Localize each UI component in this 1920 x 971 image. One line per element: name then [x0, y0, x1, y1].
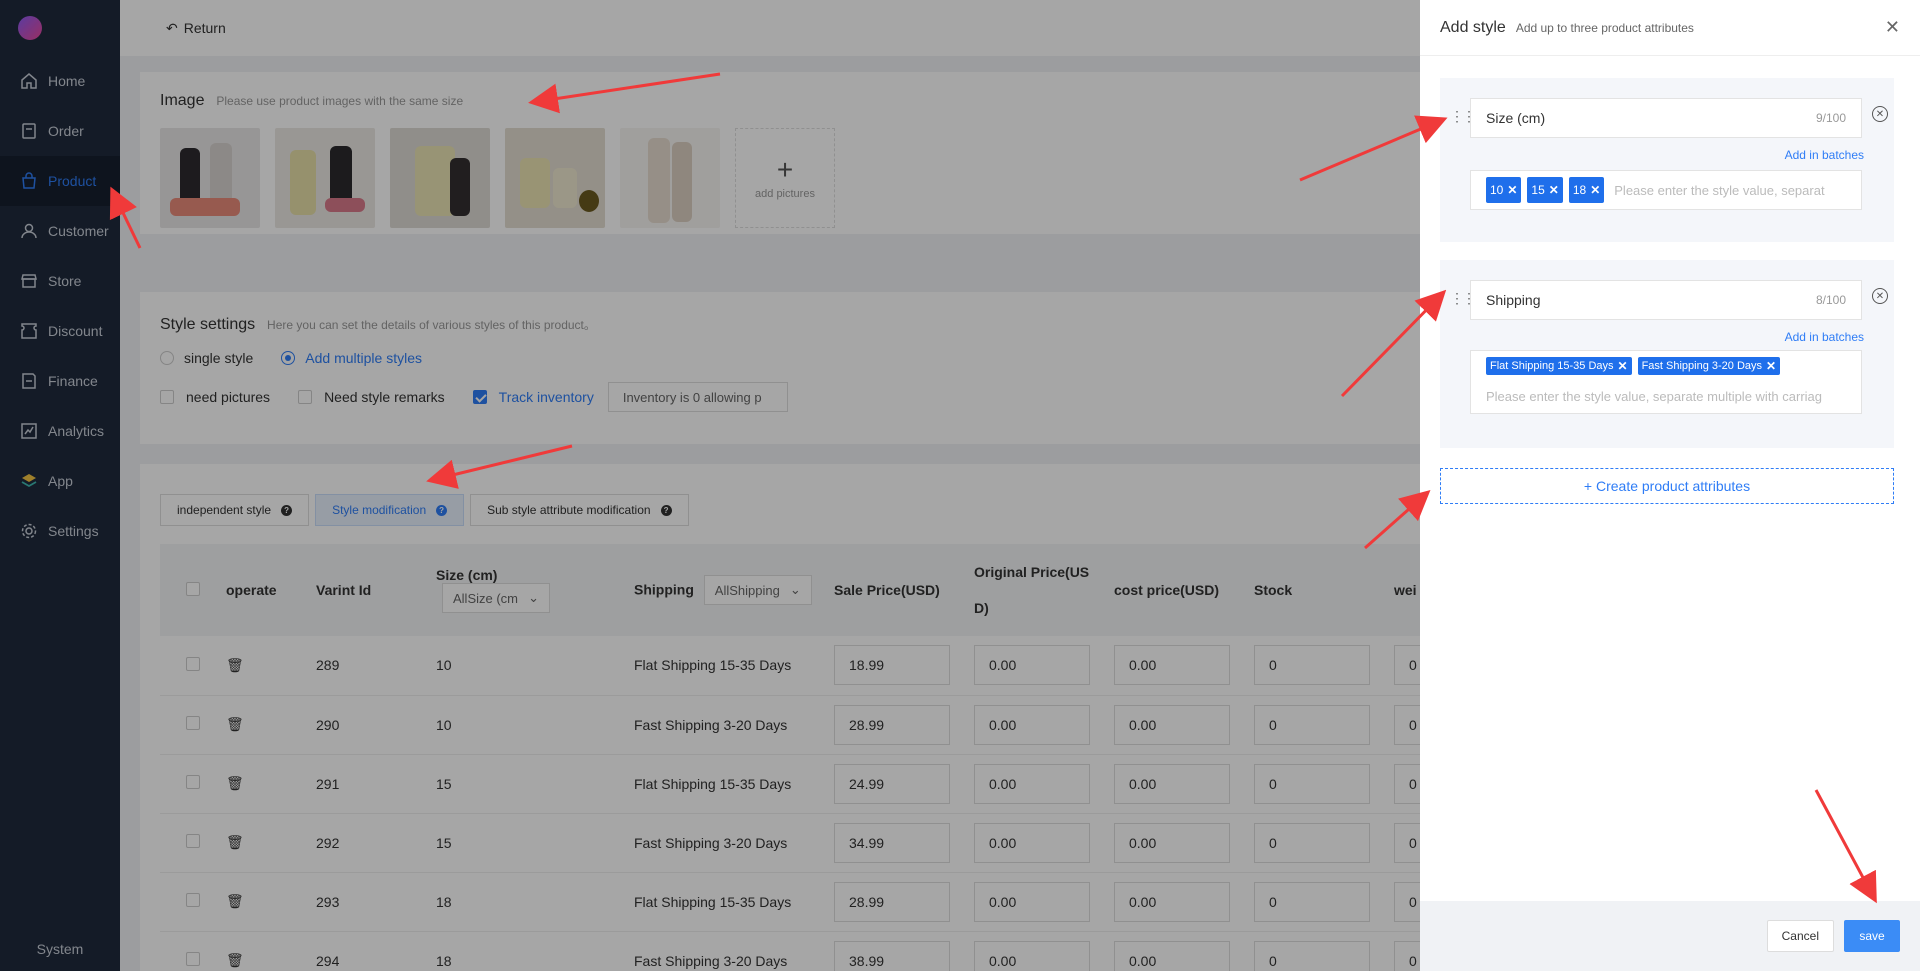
remove-tag-icon[interactable]: ✕: [1618, 359, 1628, 373]
attribute-char-count: 8/100: [1815, 293, 1846, 307]
cancel-button[interactable]: Cancel: [1766, 920, 1834, 952]
drawer-subtitle: Add up to three product attributes: [1515, 20, 1694, 35]
remove-tag-icon[interactable]: ✕: [1766, 359, 1776, 373]
remove-attribute-icon[interactable]: ✕: [1872, 106, 1888, 122]
attribute-name-input[interactable]: Shipping 8/100: [1470, 280, 1862, 320]
tag-label: 15: [1531, 183, 1545, 197]
attribute-value-tag: Fast Shipping 3-20 Days ✕: [1637, 357, 1781, 375]
tag-label: 18: [1572, 183, 1587, 197]
remove-tag-icon[interactable]: ✕: [1507, 183, 1517, 197]
remove-tag-icon[interactable]: ✕: [1549, 183, 1559, 197]
attribute-value-tag: 10 ✕: [1486, 177, 1522, 203]
drag-handle-icon[interactable]: ⋮⋮: [1450, 108, 1476, 125]
remove-attribute-icon[interactable]: ✕: [1872, 288, 1888, 304]
attribute-values-input[interactable]: Flat Shipping 15-35 Days ✕ Fast Shipping 3…: [1470, 350, 1862, 414]
drawer-footer: Cancel save: [1420, 901, 1920, 971]
attribute-block: ⋮⋮ Shipping 8/100 ✕ Add in batches Flat …: [1440, 260, 1894, 448]
drag-handle-icon[interactable]: ⋮⋮: [1450, 290, 1476, 307]
tag-label: Fast Shipping 3-20 Days: [1641, 360, 1763, 372]
remove-tag-icon[interactable]: ✕: [1590, 183, 1600, 197]
drawer-title: Add style: [1440, 18, 1506, 36]
attribute-value-tag: 18 ✕: [1568, 177, 1605, 203]
attribute-values-placeholder: Please enter the style value, separat: [1614, 182, 1825, 198]
add-style-drawer: Add style Add up to three product attrib…: [1420, 0, 1920, 971]
attribute-value-tag: Flat Shipping 15-35 Days ✕: [1486, 357, 1632, 375]
attribute-name-value: Size (cm): [1486, 110, 1546, 126]
attribute-name-value: Shipping: [1486, 292, 1541, 308]
attribute-value-tag: 15 ✕: [1527, 177, 1563, 203]
create-attribute-button[interactable]: + Create product attributes: [1440, 468, 1894, 504]
attribute-char-count: 9/100: [1815, 111, 1846, 125]
attribute-name-input[interactable]: Size (cm) 9/100: [1470, 98, 1862, 138]
drawer-header: Add style Add up to three product attrib…: [1420, 0, 1920, 56]
tag-label: 10: [1490, 183, 1504, 197]
modal-overlay[interactable]: [0, 0, 1420, 971]
add-in-batches-link[interactable]: Add in batches: [1785, 148, 1864, 162]
attribute-values-input[interactable]: 10 ✕ 15 ✕ 18 ✕ Please enter the style value, s…: [1470, 170, 1862, 210]
save-button[interactable]: save: [1844, 920, 1900, 952]
close-icon[interactable]: ✕: [1885, 17, 1900, 38]
tag-label: Flat Shipping 15-35 Days: [1490, 360, 1614, 372]
attribute-block: ⋮⋮ Size (cm) 9/100 ✕ Add in batches 10 ✕ 1…: [1440, 78, 1894, 242]
attribute-values-placeholder: Please enter the style value, separate m…: [1486, 389, 1823, 404]
add-in-batches-link[interactable]: Add in batches: [1785, 330, 1864, 344]
